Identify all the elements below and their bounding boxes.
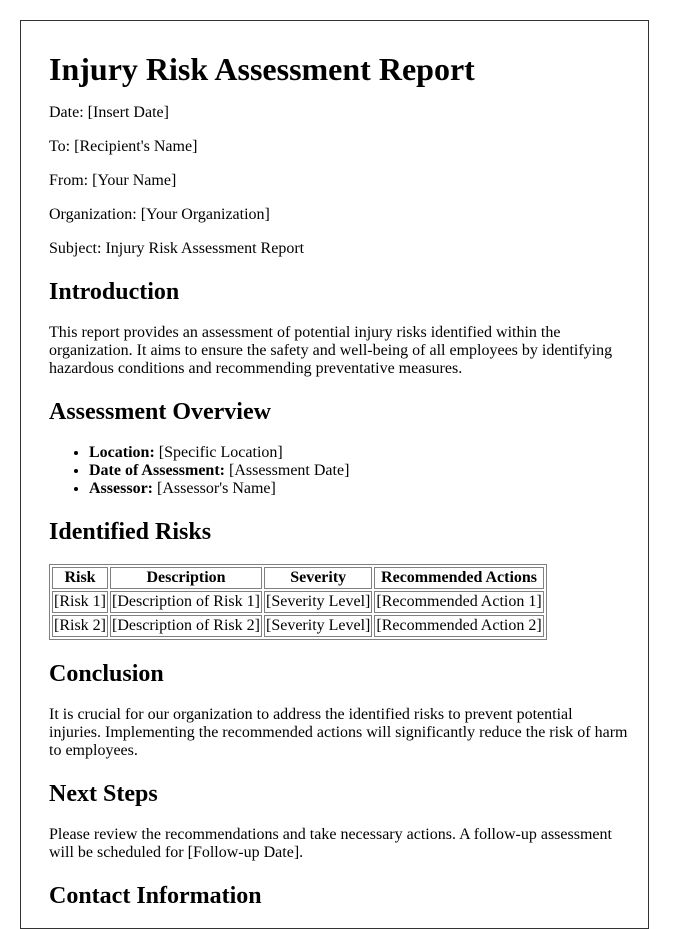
overview-item-assessor: Assessor: [Assessor's Name]: [89, 480, 628, 498]
risks-heading: Identified Risks: [49, 519, 212, 545]
meta-to: To: [Recipient's Name]: [49, 138, 628, 156]
overview-item-location: Location: [Specific Location]: [89, 444, 628, 462]
table-row: [Risk 2] [Description of Risk 2] [Severi…: [52, 615, 544, 637]
cell-description: [Description of Risk 1]: [110, 591, 262, 613]
introduction-heading: Introduction: [49, 279, 180, 305]
overview-item-label: Location:: [89, 444, 155, 461]
column-header-actions: Recommended Actions: [374, 567, 544, 589]
overview-item-label: Date of Assessment:: [89, 462, 225, 479]
meta-subject: Subject: Injury Risk Assessment Report: [49, 240, 628, 258]
meta-subject-label: Subject:: [49, 240, 102, 257]
column-header-description: Description: [110, 567, 262, 589]
introduction-text: This report provides an assessment of po…: [49, 324, 613, 377]
cell-risk: [Risk 2]: [52, 615, 108, 637]
next-steps-heading: Next Steps: [49, 781, 158, 807]
cell-severity: [Severity Level]: [263, 591, 373, 613]
meta-to-value: [Recipient's Name]: [74, 138, 198, 155]
risks-table: Risk Description Severity Recommended Ac…: [49, 564, 547, 640]
cell-actions: [Recommended Action 2]: [374, 615, 544, 637]
meta-organization-value: [Your Organization]: [140, 206, 270, 223]
report-title: Injury Risk Assessment Report: [49, 51, 475, 87]
meta-date: Date: [Insert Date]: [49, 104, 628, 122]
overview-item-date: Date of Assessment: [Assessment Date]: [89, 462, 628, 480]
column-header-severity: Severity: [263, 567, 373, 589]
overview-item-label: Assessor:: [89, 480, 153, 497]
meta-from-value: [Your Name]: [92, 172, 177, 189]
overview-item-value: [Assessment Date]: [228, 462, 350, 479]
cell-risk: [Risk 1]: [52, 591, 108, 613]
cell-severity: [Severity Level]: [263, 615, 373, 637]
overview-list: Location: [Specific Location] Date of As…: [49, 444, 628, 498]
cell-actions: [Recommended Action 1]: [374, 591, 544, 613]
meta-organization: Organization: [Your Organization]: [49, 206, 628, 224]
overview-heading: Assessment Overview: [49, 399, 271, 425]
column-header-risk: Risk: [52, 567, 108, 589]
meta-organization-label: Organization:: [49, 206, 137, 223]
meta-subject-value: Injury Risk Assessment Report: [105, 240, 305, 257]
contact-heading: Contact Information: [49, 883, 262, 909]
next-steps-text: Please review the recommendations and ta…: [49, 826, 612, 861]
cell-description: [Description of Risk 2]: [110, 615, 262, 637]
report-page: Injury Risk Assessment Report Date: [Ins…: [20, 20, 649, 929]
meta-to-label: To:: [49, 138, 71, 155]
table-row: [Risk 1] [Description of Risk 1] [Severi…: [52, 591, 544, 613]
conclusion-heading: Conclusion: [49, 661, 164, 687]
meta-from-label: From:: [49, 172, 89, 189]
table-header-row: Risk Description Severity Recommended Ac…: [52, 567, 544, 589]
meta-from: From: [Your Name]: [49, 172, 628, 190]
meta-date-label: Date:: [49, 104, 84, 121]
conclusion-text: It is crucial for our organization to ad…: [49, 706, 628, 759]
meta-date-value: [Insert Date]: [87, 104, 169, 121]
overview-item-value: [Specific Location]: [158, 444, 283, 461]
overview-item-value: [Assessor's Name]: [157, 480, 276, 497]
